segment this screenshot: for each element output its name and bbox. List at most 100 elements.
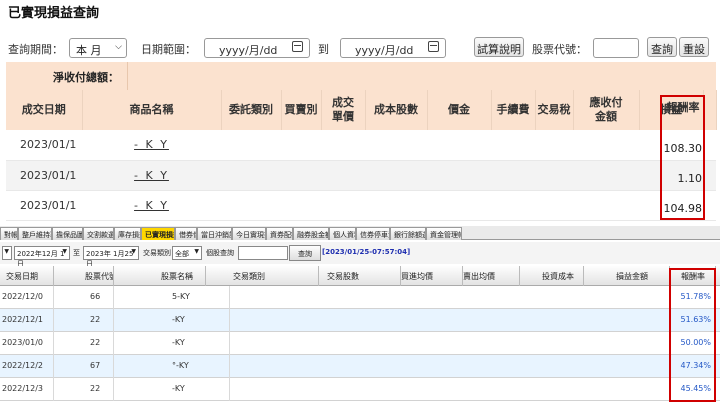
stock-name: -KY [114,332,230,355]
tab-securities-lending[interactable]: 借券借貸 [175,227,197,240]
end-date-placeholder: yyyy/月/dd [355,44,414,57]
trade-type-select[interactable]: 全部 ▼ [172,246,202,260]
stock-name: °-KY [114,355,230,378]
start-date-input[interactable]: yyyy/月/dd [204,38,310,58]
product-name-link[interactable]: - K Y [82,130,221,161]
trade-type-label: 交易類別 [143,249,171,257]
grid-row[interactable]: 2022/12/0 66 5-KY 51.78% [0,286,720,309]
table-header-row: 成交日期 商品名稱 委託類別 買賣別 成交 單價 成本股數 價金 手續費 交易稅 … [6,90,717,130]
calc-explain-button[interactable]: 試算說明 [474,37,524,57]
stock-name: -KY [114,378,230,401]
trade-date: 2023/01/1 [6,130,82,161]
tab-parking-info[interactable]: 信券停車資訊 [356,227,390,240]
col-header[interactable]: 價金 [427,90,492,130]
stock-query-label: 個股查詢 [206,249,234,257]
col-header[interactable]: 買進均價 [401,266,463,286]
to-label: 到 [318,43,329,56]
tab-day-trade-calc[interactable]: 當日沖銷試算 [197,227,232,240]
start-date-placeholder: yyyy/月/dd [219,44,278,57]
col-header[interactable]: 賣出均價 [463,266,520,286]
grid-row[interactable]: 2023/01/0 22 -KY 50.00% [0,332,720,355]
stock-code: 22 [54,378,114,401]
chevron-down-icon: ▼ [62,248,67,255]
reset-button[interactable]: 重設 [679,37,709,57]
col-header[interactable]: 商品名稱 [82,90,222,130]
trade-date: 2023/01/1 [6,190,82,221]
period-label: 查詢期間： [8,43,63,56]
highlight-box [669,268,716,402]
end-date-input[interactable]: yyyy/月/dd [340,38,446,58]
col-header[interactable]: 股票代號 [54,266,114,286]
tab-fund-account[interactable]: 資金管理帳戶 [426,227,462,240]
query-timestamp: [2023/01/25-07:57:04] [322,248,411,256]
tab-collateral-chart[interactable]: 擔保品圖表 [52,227,83,240]
col-header[interactable]: 交易類別 [206,266,319,286]
tab-settlement[interactable]: 交割款選擇 [83,227,114,240]
calendar-icon[interactable] [428,41,439,52]
stock-query-input[interactable] [238,246,288,260]
realized-pnl-web-panel: 已實現損益查詢 查詢期間： 本 月 ⌵ 日期範圍： yyyy/月/dd 到 yy… [0,0,720,222]
table-row[interactable]: 2023/01/1 - K Y [6,190,716,221]
col-header[interactable]: 投資成本 [520,266,584,286]
date-range-label: 日期範圍： [141,43,196,56]
grid-header-row: 交易日期 股票代號 股票名稱 交易類別 交易股數 買進均價 賣出均價 投資成本 … [0,266,720,286]
filter-row: 查詢期間： 本 月 ⌵ 日期範圍： yyyy/月/dd 到 yyyy/月/dd … [0,36,720,60]
trade-date: 2022/12/2 [0,355,54,378]
chevron-down-icon: ⌵ [115,42,122,52]
grid-row[interactable]: 2022/12/3 22 -KY 45.45% [0,378,720,401]
col-header[interactable]: 損益金額 [584,266,670,286]
tab-margin-quota[interactable]: 資券配額 [266,227,293,240]
from-date-select[interactable]: 2022年12月 1日 ▼ [14,246,70,268]
table-row[interactable]: 2023/01/1 - K Y [6,130,716,161]
to-date-select[interactable]: 2023年 1月25日 ▼ [83,246,139,268]
period-select[interactable]: 本 月 ⌵ [69,38,127,58]
col-header[interactable]: 交易日期 [0,266,54,286]
tab-strip: 對帳單 整戶維持率 擔保品圖表 交割款選擇 庫存損益 已實現損益 借券借貸 當日… [0,226,720,240]
chevron-down-icon: ▼ [4,248,9,255]
stock-code-input[interactable] [593,38,639,58]
col-header[interactable]: 股票名稱 [114,266,206,286]
col-header[interactable]: 委託類別 [221,90,282,130]
col-header[interactable]: 手續費 [491,90,536,130]
tab-bank-balance[interactable]: 銀行餘額選擇 [390,227,426,240]
tab-personal-info[interactable]: 個人資料 [329,227,356,240]
chevron-down-icon: ▼ [131,248,136,255]
tab-statement[interactable]: 對帳單 [0,227,18,240]
trade-type-value: 全部 [175,250,189,258]
col-header[interactable]: 買賣別 [281,90,322,130]
col-header[interactable]: 應收付 金額 [573,90,640,130]
col-header[interactable]: 成交 單價 [321,90,366,130]
trade-date: 2022/12/0 [0,286,54,309]
chevron-down-icon: ▼ [194,248,199,255]
trade-date: 2023/01/1 [6,160,82,191]
stock-code: 67 [54,355,114,378]
query-button[interactable]: 查詢 [289,245,321,261]
query-button[interactable]: 查詢 [647,37,677,57]
tab-short-amount[interactable]: 融券股金額別 [293,227,329,240]
col-header[interactable]: 交易稅 [535,90,574,130]
tab-realized-pnl[interactable]: 已實現損益 [141,227,175,240]
period-select-value: 本 月 [76,44,102,57]
highlight-box [660,95,705,220]
tab-maintenance-ratio[interactable]: 整戶維持率 [18,227,52,240]
stock-code-label: 股票代號： [532,43,587,56]
stock-name: -KY [114,309,230,332]
calendar-icon[interactable] [292,41,303,52]
product-name-link[interactable]: - K Y [82,160,221,191]
realized-pnl-grid: 交易日期 股票代號 股票名稱 交易類別 交易股數 買進均價 賣出均價 投資成本 … [0,266,720,405]
col-header[interactable]: 成本股數 [365,90,428,130]
grid-row[interactable]: 2022/12/2 67 °-KY 47.34% [0,355,720,378]
stock-code: 22 [54,309,114,332]
tab-inventory-pnl[interactable]: 庫存損益 [114,227,141,240]
grid-row[interactable]: 2022/12/1 22 -KY 51.63% [0,309,720,332]
tab-today-realized[interactable]: 今日實現損益 [232,227,266,240]
col-header[interactable]: 交易股數 [319,266,401,286]
table-row[interactable]: 2023/01/1 - K Y [6,160,716,191]
toolbar-dropdown[interactable]: ▼ [2,246,12,260]
product-name-link[interactable]: - K Y [82,190,221,221]
col-header[interactable]: 成交日期 [6,90,83,130]
stock-name: 5-KY [114,286,230,309]
stock-code: 22 [54,332,114,355]
trade-date: 2023/01/0 [0,332,54,355]
realized-pnl-desktop-panel: 對帳單 整戶維持率 擔保品圖表 交割款選擇 庫存損益 已實現損益 借券借貸 當日… [0,226,720,405]
